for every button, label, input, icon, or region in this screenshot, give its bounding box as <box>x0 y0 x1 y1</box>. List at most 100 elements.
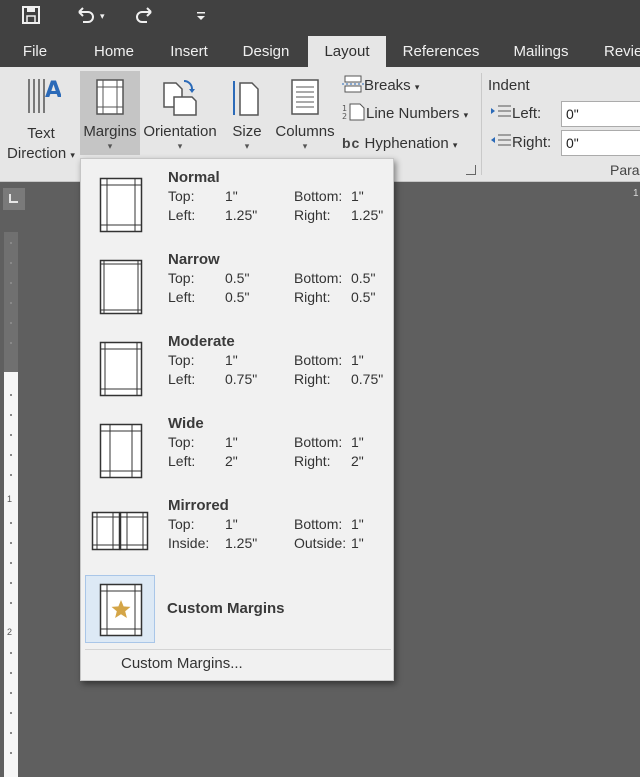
option-value: 1" <box>351 352 364 368</box>
tab-references[interactable]: References <box>396 36 486 67</box>
columns-icon <box>291 79 319 115</box>
custom-margins-title[interactable]: Custom Margins <box>167 600 285 617</box>
margin-option-normal[interactable]: Normal Top: 1" Bottom: 1" Left: 1.25" Ri… <box>83 163 391 243</box>
option-value: 1" <box>351 434 364 450</box>
indent-left-input[interactable]: 0" <box>561 101 640 127</box>
option-label: Inside: <box>168 535 210 551</box>
orientation-label: Orientation <box>143 123 217 140</box>
tab-home[interactable]: Home <box>82 36 146 67</box>
indent-left-icon <box>491 105 511 117</box>
svg-text:2: 2 <box>342 112 347 121</box>
margin-option-moderate[interactable]: Moderate Top: 1" Bottom: 1" Left: 0.75" … <box>83 327 391 407</box>
columns-button[interactable]: Columns ▾ <box>272 71 338 155</box>
option-value: 1.25" <box>225 535 258 551</box>
breaks-button[interactable]: Breaks ▾ <box>342 75 419 97</box>
indent-right-label: Right: <box>490 132 551 154</box>
star-margins-icon <box>99 583 143 637</box>
text-direction-label-1: Text <box>27 125 55 142</box>
margins-dropdown: Normal Top: 1" Bottom: 1" Left: 1.25" Ri… <box>80 158 394 681</box>
group-divider <box>481 73 482 175</box>
ribbon-tabs: File Home Insert Design Layout Reference… <box>0 36 640 67</box>
margin-option-wide[interactable]: Wide Top: 1" Bottom: 1" Left: 2" Right: … <box>83 409 391 489</box>
option-value: 2" <box>351 453 364 469</box>
chevron-down-icon: ▾ <box>414 82 420 92</box>
ruler-number: 2 <box>7 627 13 637</box>
text-direction-label-2: Direction <box>7 145 67 162</box>
option-name: Normal <box>168 169 220 186</box>
option-value: 0.75" <box>351 371 384 387</box>
redo-icon[interactable] <box>134 4 156 30</box>
option-label: Left: <box>168 289 196 305</box>
page-setup-launcher-icon[interactable] <box>466 165 476 175</box>
vertical-ruler: 1 2 <box>4 232 18 777</box>
moderate-margins-icon <box>99 341 143 397</box>
svg-text:▾: ▾ <box>100 12 105 22</box>
indent-right-input[interactable]: 0" <box>561 130 640 156</box>
chevron-down-icon: ▾ <box>452 140 458 150</box>
option-value: 1" <box>351 188 364 204</box>
option-label: Left: <box>168 371 196 387</box>
hyphenation-icon: bc <box>342 135 361 151</box>
option-value: 0.5" <box>351 270 376 286</box>
option-label: Right: <box>294 453 331 469</box>
option-value: 1.25" <box>351 207 384 223</box>
chevron-down-icon: ▾ <box>244 141 250 151</box>
narrow-margins-icon <box>99 259 143 315</box>
tab-design[interactable]: Design <box>234 36 298 67</box>
normal-margins-icon <box>99 177 143 233</box>
option-label: Right: <box>294 371 331 387</box>
option-name: Narrow <box>168 251 220 268</box>
option-label: Right: <box>294 289 331 305</box>
option-label: Top: <box>168 352 195 368</box>
orientation-icon <box>163 80 197 116</box>
tab-review[interactable]: Revie <box>592 36 640 67</box>
line-numbers-icon: 1 2 <box>342 103 365 121</box>
ruler-number: 1 <box>7 494 13 504</box>
option-value: 1" <box>351 516 364 532</box>
option-value: 1" <box>225 352 238 368</box>
chevron-down-icon: ▾ <box>177 141 183 151</box>
margins-button[interactable]: Margins ▾ <box>80 71 140 155</box>
option-label: Outside: <box>294 535 347 551</box>
tab-file[interactable]: File <box>12 36 58 67</box>
option-label: Bottom: <box>294 270 343 286</box>
undo-icon[interactable]: ▾ <box>74 4 108 30</box>
orientation-button[interactable]: Orientation ▾ <box>140 71 220 155</box>
hyphenation-button[interactable]: bc Hyphenation ▾ <box>342 132 457 154</box>
option-label: Left: <box>168 453 196 469</box>
size-icon <box>233 81 259 116</box>
customize-icon[interactable] <box>194 4 208 30</box>
option-label: Bottom: <box>294 188 343 204</box>
text-direction-icon: A <box>28 78 61 113</box>
indent-title: Indent <box>488 77 530 94</box>
chevron-down-icon: ▾ <box>302 141 308 151</box>
breaks-icon <box>342 75 364 93</box>
size-label: Size <box>232 123 262 140</box>
save-icon[interactable] <box>20 4 42 30</box>
breaks-label: Breaks <box>364 77 411 94</box>
menu-divider <box>85 649 391 650</box>
option-value: 2" <box>225 453 238 469</box>
line-numbers-button[interactable]: 1 2 Line Numbers ▾ <box>342 103 468 125</box>
margins-label: Margins <box>83 123 137 140</box>
option-value: 1" <box>225 434 238 450</box>
tab-layout[interactable]: Layout <box>308 36 386 67</box>
custom-margins-link[interactable]: Custom Margins... <box>121 655 243 672</box>
svg-text:A: A <box>45 78 61 103</box>
text-direction-button[interactable]: A Text Direction ▾ <box>2 71 80 162</box>
tab-mailings[interactable]: Mailings <box>504 36 578 67</box>
margins-icon <box>96 79 124 115</box>
option-value: 0.5" <box>225 270 250 286</box>
ruler-number: 1 <box>633 188 639 199</box>
tab-selector[interactable] <box>3 188 25 210</box>
option-value: 0.5" <box>351 289 376 305</box>
title-bar: ▾ <box>0 0 640 36</box>
margin-option-custom[interactable] <box>85 575 155 643</box>
tab-insert[interactable]: Insert <box>158 36 220 67</box>
indent-left-label: Left: <box>490 103 541 125</box>
margin-option-mirrored[interactable]: Mirrored Top: 1" Bottom: 1" Inside: 1.25… <box>83 491 391 571</box>
hyphenation-label: Hyphenation <box>364 135 449 152</box>
indent-right-icon <box>491 134 511 146</box>
size-button[interactable]: Size ▾ <box>224 71 270 155</box>
margin-option-narrow[interactable]: Narrow Top: 0.5" Bottom: 0.5" Left: 0.5"… <box>83 245 391 325</box>
